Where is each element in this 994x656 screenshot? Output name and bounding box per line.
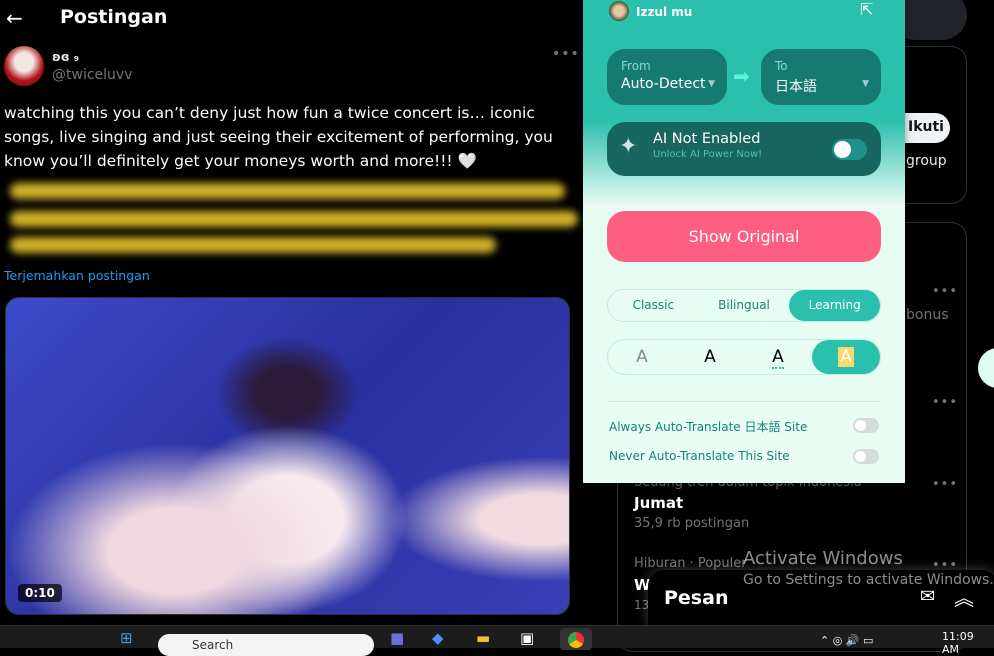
from-language-select[interactable]: From Auto-Detect ▼ xyxy=(607,49,727,105)
style-plain[interactable]: A xyxy=(608,340,676,374)
user-avatar xyxy=(609,1,629,21)
more-icon[interactable]: ••• xyxy=(932,284,958,299)
show-original-button[interactable]: Show Original xyxy=(607,211,881,262)
user-name: Izzul mu xyxy=(636,5,693,19)
never-translate-toggle[interactable] xyxy=(853,449,879,464)
from-label: From xyxy=(621,59,651,73)
group-text: group xyxy=(906,153,947,169)
ai-toggle[interactable] xyxy=(832,139,867,160)
more-icon[interactable]: ••• xyxy=(932,395,958,410)
mode-learning[interactable]: Learning xyxy=(789,290,881,321)
file-explorer-icon[interactable]: ▬ xyxy=(476,629,490,647)
display-name[interactable]: ʚɞ ₉ xyxy=(52,50,79,64)
bonus-text: bonus xyxy=(906,307,949,323)
always-translate-toggle[interactable] xyxy=(853,418,879,433)
arrow-right-icon: ➡ xyxy=(733,64,750,88)
video-player[interactable]: 0:10 xyxy=(5,297,570,615)
windows-start-icon[interactable]: ⊞ xyxy=(120,629,133,647)
post-text: watching this you can’t deny just how fu… xyxy=(4,104,553,170)
caret-down-icon: ▼ xyxy=(708,79,715,89)
style-underline[interactable]: A xyxy=(744,340,812,374)
to-value: 日本語 xyxy=(775,79,817,95)
back-icon[interactable]: ← xyxy=(6,6,23,30)
share-icon[interactable]: ⇱ xyxy=(860,0,873,19)
sparkles-icon: ✦ xyxy=(619,134,638,159)
caret-down-icon: ▼ xyxy=(862,79,869,89)
ai-panel: ✦ AI Not Enabled Unlock AI Power Now! xyxy=(607,122,881,176)
taskbar-search[interactable]: Search xyxy=(158,634,374,656)
taskbar: ⊞ Search ■ ◆ ▬ ▣ ⌃ ◎ 🔊 ▭ 11:09 AM xyxy=(0,625,994,656)
divider xyxy=(607,401,881,402)
teams-icon[interactable]: ■ xyxy=(390,629,404,647)
trend-name[interactable]: Jumat xyxy=(634,494,683,512)
messages-title: Pesan xyxy=(664,587,729,609)
style-highlight[interactable]: A xyxy=(812,340,880,374)
mode-classic[interactable]: Classic xyxy=(608,290,699,321)
translator-popup: Izzul mu ⇱ From Auto-Detect ▼ ➡ To 日本語 ▼… xyxy=(583,0,905,483)
mode-selector: Classic Bilingual Learning xyxy=(607,289,881,322)
style-glyph: A xyxy=(772,347,784,369)
store-icon[interactable]: ▣ xyxy=(520,629,534,647)
activate-windows-title: Activate Windows xyxy=(743,548,903,569)
always-translate-label: Always Auto-Translate 日本語 Site xyxy=(609,420,808,434)
copilot-icon[interactable]: ◆ xyxy=(432,629,444,647)
style-glyph: A xyxy=(838,347,854,367)
clock[interactable]: 11:09 AM xyxy=(942,630,994,656)
to-label: To xyxy=(775,59,788,73)
more-icon[interactable]: ••• xyxy=(552,46,580,62)
extension-float-button[interactable] xyxy=(978,348,994,388)
more-icon[interactable]: ••• xyxy=(932,477,958,492)
chrome-icon[interactable] xyxy=(560,628,592,650)
page-title: Postingan xyxy=(60,6,168,28)
translate-post-link[interactable]: Terjemahkan postingan xyxy=(4,268,150,283)
style-bold[interactable]: A xyxy=(676,340,744,374)
style-selector: A A A A xyxy=(607,339,881,375)
to-language-select[interactable]: To 日本語 ▼ xyxy=(761,49,881,105)
from-value: Auto-Detect xyxy=(621,76,706,92)
activate-windows-text: Go to Settings to activate Windows. xyxy=(743,572,994,588)
trend-category: Hiburan · Populer xyxy=(634,556,747,571)
style-glyph: A xyxy=(636,347,648,367)
new-message-icon[interactable]: ✉ xyxy=(920,586,935,607)
trend-count: 35,9 rb postingan xyxy=(634,516,750,531)
handle[interactable]: @twiceluvv xyxy=(52,67,132,83)
mode-bilingual[interactable]: Bilingual xyxy=(699,290,790,321)
never-translate-label: Never Auto-Translate This Site xyxy=(609,449,790,463)
video-time: 0:10 xyxy=(18,584,62,602)
style-glyph: A xyxy=(704,347,716,367)
system-tray-icons[interactable]: ⌃ ◎ 🔊 ▭ xyxy=(820,634,873,647)
avatar[interactable] xyxy=(4,46,44,86)
search-placeholder: Search xyxy=(192,638,234,652)
